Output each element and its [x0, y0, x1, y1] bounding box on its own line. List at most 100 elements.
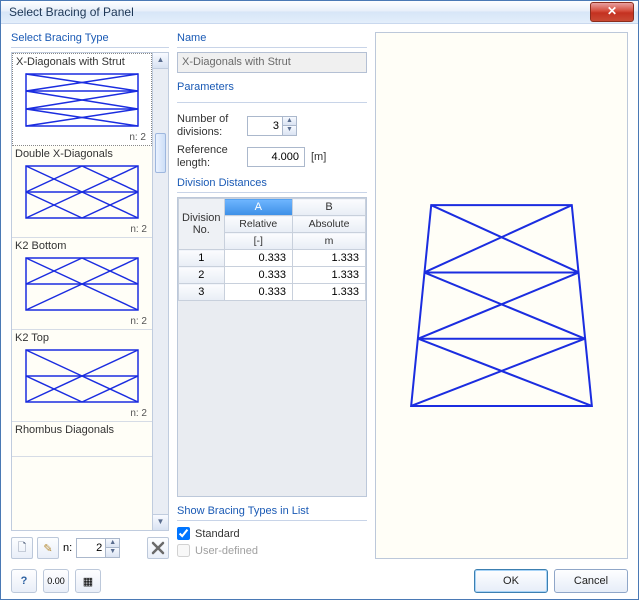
preview-svg — [376, 33, 627, 558]
table-row[interactable]: 10.3331.333 — [179, 250, 366, 267]
delete-button[interactable] — [147, 537, 169, 559]
bracing-type-item[interactable]: K2 Bottom — [12, 238, 152, 330]
cancel-button[interactable]: Cancel — [554, 569, 628, 593]
bracing-thumb-xstrut — [16, 70, 148, 130]
help-button[interactable]: ? — [11, 569, 37, 593]
close-icon: ✕ — [607, 4, 617, 18]
name-group-label: Name — [177, 32, 367, 44]
divider — [177, 520, 367, 521]
unit-b: m — [293, 233, 366, 250]
col-header-a[interactable]: A — [224, 199, 293, 216]
bracing-type-n: n: 2 — [15, 408, 149, 419]
dialog-footer: ? 0.00 ▦ OK Cancel — [11, 565, 628, 593]
bracing-type-label: Select Bracing Type — [11, 32, 169, 44]
parameters-group-label: Parameters — [177, 81, 367, 93]
col-header-b[interactable]: B — [293, 199, 366, 216]
calculator-icon: ▦ — [83, 575, 93, 588]
table-group: Division Distances Division No. A B — [177, 177, 367, 497]
units-button[interactable]: 0.00 — [43, 569, 69, 593]
n-mini-input[interactable] — [77, 539, 105, 557]
bracing-type-n: n: 2 — [15, 316, 149, 327]
divisions-stepper[interactable]: ▲▼ — [247, 116, 297, 136]
table-row[interactable]: 30.3331.333 — [179, 284, 366, 301]
spin-up-icon[interactable]: ▲ — [282, 117, 296, 126]
name-group: Name — [177, 32, 367, 73]
scroll-down-icon[interactable]: ▼ — [153, 514, 168, 530]
delete-x-icon — [151, 541, 165, 555]
bracing-type-title: K2 Bottom — [15, 240, 149, 252]
subheader-relative: Relative — [224, 216, 293, 233]
bracing-thumb-rhombus — [15, 438, 149, 452]
pencil-icon: ✎ — [43, 542, 52, 555]
help-icon: ? — [21, 575, 28, 587]
bracing-thumb-k2bottom — [15, 254, 149, 314]
spin-up-icon[interactable]: ▲ — [105, 539, 119, 548]
scroll-up-icon[interactable]: ▲ — [153, 53, 168, 69]
bracing-list-toolbar: 🗋 ✎ n: ▲▼ — [11, 537, 169, 559]
new-button[interactable]: 🗋 — [11, 537, 33, 559]
bracing-type-title: Double X-Diagonals — [15, 148, 149, 160]
spin-down-icon[interactable]: ▼ — [282, 126, 296, 135]
divisions-input[interactable] — [248, 117, 282, 135]
show-types-group: Show Bracing Types in List Standard User… — [177, 505, 367, 559]
preview-pane[interactable] — [375, 32, 628, 559]
calc-button[interactable]: ▦ — [75, 569, 101, 593]
bracing-type-title: X-Diagonals with Strut — [16, 56, 148, 68]
divider — [11, 47, 169, 48]
name-field — [177, 52, 367, 73]
close-button[interactable]: ✕ — [590, 2, 634, 22]
window-title: Select Bracing of Panel — [9, 5, 590, 19]
show-types-label: Show Bracing Types in List — [177, 505, 367, 517]
userdef-checkbox — [177, 544, 190, 557]
table-row[interactable]: 20.3331.333 — [179, 267, 366, 284]
bracing-type-n: n: 2 — [16, 132, 148, 143]
n-mini-label: n: — [63, 542, 72, 554]
standard-checkbox-row[interactable]: Standard — [177, 525, 367, 542]
bracing-type-list[interactable]: X-Diagonals with Strut — [11, 52, 153, 531]
bracing-type-title: K2 Top — [15, 332, 149, 344]
bracing-type-title: Rhombus Diagonals — [15, 424, 149, 436]
edit-button[interactable]: ✎ — [37, 537, 59, 559]
userdef-checkbox-row: User-defined — [177, 542, 367, 559]
new-icon: 🗋 — [18, 539, 27, 558]
ok-button[interactable]: OK — [474, 569, 548, 593]
bracing-type-panel: Select Bracing Type X-Diagonals with Str… — [11, 32, 169, 559]
list-scrollbar[interactable]: ▲ ▼ — [153, 52, 169, 531]
table-empty-area — [178, 301, 366, 496]
bracing-type-item[interactable]: X-Diagonals with Strut — [12, 53, 152, 146]
bracing-thumb-doublex — [15, 162, 149, 222]
parameters-group: Parameters Number of divisions: ▲▼ Refer… — [177, 81, 367, 170]
subheader-absolute: Absolute — [293, 216, 366, 233]
userdef-checkbox-label: User-defined — [195, 545, 258, 557]
dialog-window: Select Bracing of Panel ✕ Select Bracing… — [0, 0, 639, 600]
spin-down-icon[interactable]: ▼ — [105, 548, 119, 557]
divider — [177, 192, 367, 193]
bracing-type-n: n: 2 — [15, 224, 149, 235]
reflen-unit: [m] — [311, 151, 326, 163]
dialog-body: Select Bracing Type X-Diagonals with Str… — [1, 24, 638, 599]
bracing-type-item[interactable]: Double X-Diagonals — [12, 146, 152, 238]
reflen-label: Reference length: — [177, 144, 241, 169]
standard-checkbox[interactable] — [177, 527, 190, 540]
settings-panel: Name Parameters Number of divisions: ▲▼ — [177, 32, 367, 559]
division-table-wrap: Division No. A B Relative Absolute [-] — [177, 197, 367, 497]
divisions-label: Number of divisions: — [177, 113, 241, 138]
bracing-thumb-k2top — [15, 346, 149, 406]
divider — [177, 47, 367, 48]
units-icon: 0.00 — [47, 576, 65, 586]
scroll-track[interactable] — [153, 69, 168, 514]
bracing-type-list-wrap: X-Diagonals with Strut — [11, 52, 169, 531]
standard-checkbox-label: Standard — [195, 528, 240, 540]
division-table[interactable]: Division No. A B Relative Absolute [-] — [178, 198, 366, 301]
n-mini-stepper[interactable]: ▲▼ — [76, 538, 120, 558]
titlebar[interactable]: Select Bracing of Panel ✕ — [1, 1, 638, 24]
reflen-input[interactable] — [247, 147, 305, 167]
unit-a: [-] — [224, 233, 293, 250]
bracing-type-item[interactable]: Rhombus Diagonals — [12, 422, 152, 457]
table-group-label: Division Distances — [177, 177, 367, 189]
col-header-division-no: Division No. — [179, 199, 225, 250]
main-area: Select Bracing Type X-Diagonals with Str… — [11, 32, 628, 559]
divider — [177, 102, 367, 103]
bracing-type-item[interactable]: K2 Top — [12, 330, 152, 422]
scroll-thumb[interactable] — [155, 133, 166, 173]
